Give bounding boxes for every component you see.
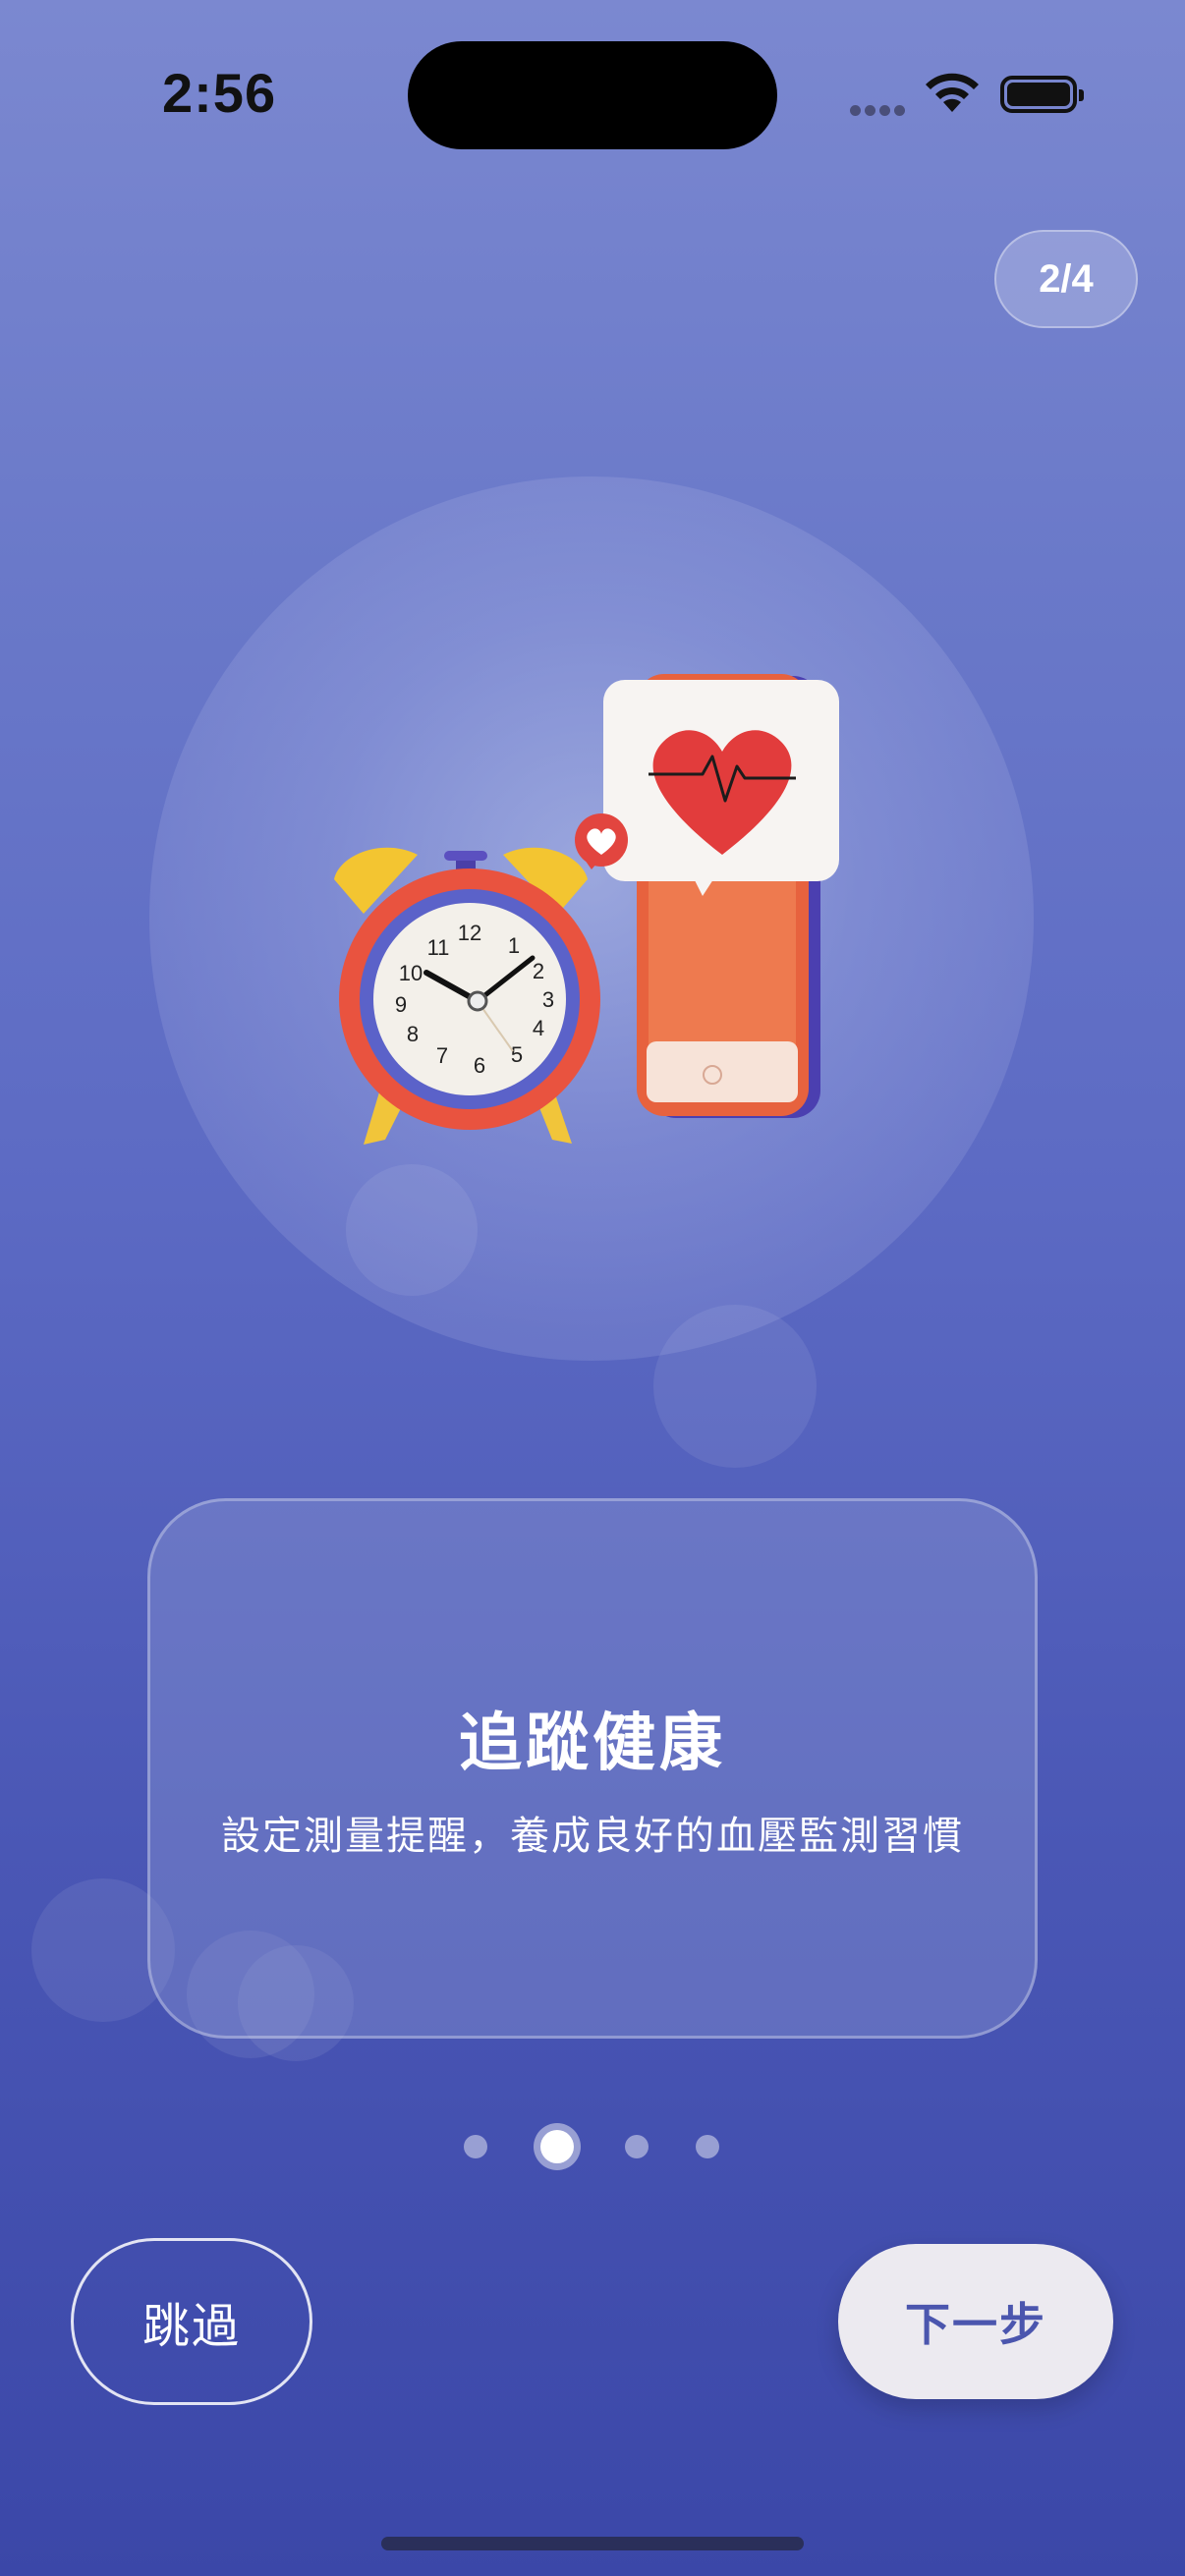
card-title: 追蹤健康 bbox=[459, 1708, 726, 1780]
svg-text:12: 12 bbox=[458, 921, 481, 945]
reminder-illustration: 12 1 2 3 4 5 6 7 8 9 10 11 bbox=[334, 674, 839, 1145]
battery-icon bbox=[1000, 76, 1084, 113]
skip-button[interactable]: 跳過 bbox=[71, 2238, 312, 2405]
svg-text:1: 1 bbox=[508, 933, 520, 958]
onboarding-screen: 2:56 2/4 12 1 2 3 4 5 6 7 8 9 10 11 追蹤健康… bbox=[0, 0, 1185, 2576]
heart-pulse-icon bbox=[603, 680, 839, 896]
page-dot-2-active[interactable] bbox=[540, 2130, 574, 2163]
svg-text:2: 2 bbox=[533, 959, 544, 983]
onboarding-card: 追蹤健康 設定測量提醒，養成良好的血壓監測習慣 bbox=[147, 1498, 1038, 2039]
svg-text:8: 8 bbox=[407, 1022, 419, 1046]
page-dot-4[interactable] bbox=[696, 2135, 719, 2158]
status-time: 2:56 bbox=[162, 62, 277, 124]
dynamic-island bbox=[408, 41, 777, 149]
page-dot-3[interactable] bbox=[625, 2135, 649, 2158]
svg-text:3: 3 bbox=[542, 987, 554, 1012]
svg-text:5: 5 bbox=[511, 1042, 523, 1067]
svg-text:4: 4 bbox=[533, 1016, 544, 1040]
alarm-clock-icon: 12 1 2 3 4 5 6 7 8 9 10 11 bbox=[334, 847, 600, 1145]
step-counter-badge: 2/4 bbox=[994, 230, 1138, 328]
decorative-bubble bbox=[653, 1305, 817, 1468]
card-subtitle: 設定測量提醒，養成良好的血壓監測習慣 bbox=[221, 1814, 964, 1859]
decorative-bubble bbox=[346, 1164, 478, 1296]
next-button[interactable]: 下一步 bbox=[838, 2244, 1113, 2399]
cellular-signal-icon bbox=[850, 101, 909, 116]
svg-text:11: 11 bbox=[427, 935, 450, 960]
svg-text:9: 9 bbox=[395, 992, 407, 1017]
svg-text:7: 7 bbox=[436, 1043, 448, 1068]
page-dot-1[interactable] bbox=[464, 2135, 487, 2158]
svg-text:6: 6 bbox=[474, 1053, 485, 1078]
svg-text:10: 10 bbox=[399, 961, 423, 985]
wifi-icon bbox=[926, 73, 979, 112]
page-indicator bbox=[0, 2122, 1185, 2171]
home-indicator[interactable] bbox=[381, 2537, 804, 2550]
